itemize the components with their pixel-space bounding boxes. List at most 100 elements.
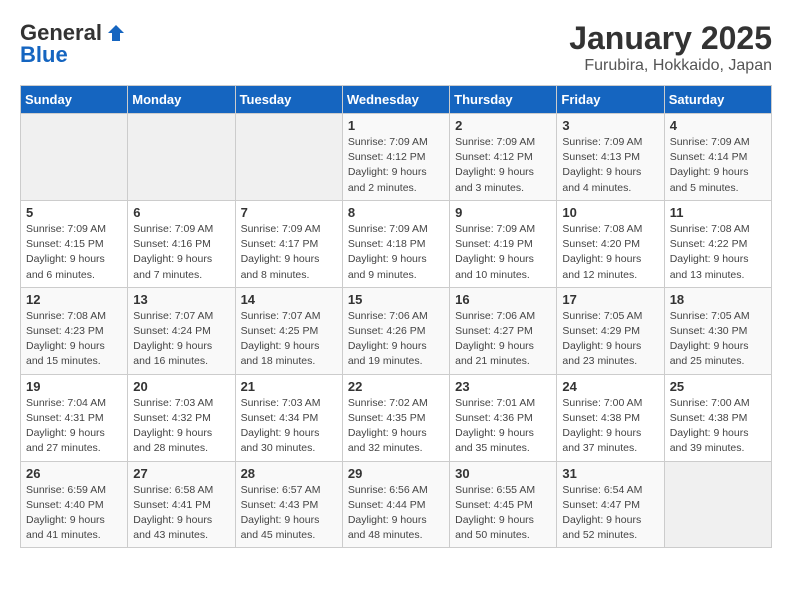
day-of-week-header: Sunday [21,86,128,114]
day-number: 31 [562,466,658,481]
day-number: 22 [348,379,444,394]
day-info: Sunrise: 6:59 AM Sunset: 4:40 PM Dayligh… [26,483,122,544]
day-info: Sunrise: 7:08 AM Sunset: 4:23 PM Dayligh… [26,309,122,370]
day-info: Sunrise: 7:07 AM Sunset: 4:24 PM Dayligh… [133,309,229,370]
calendar-week-row: 26 Sunrise: 6:59 AM Sunset: 4:40 PM Dayli… [21,461,772,548]
calendar-day-cell: 15 Sunrise: 7:06 AM Sunset: 4:26 PM Dayli… [342,287,449,374]
calendar-day-cell: 8Sunrise: 7:09 AM Sunset: 4:18 PM Daylig… [342,200,449,287]
day-info: Sunrise: 7:09 AM Sunset: 4:15 PM Dayligh… [26,222,122,283]
day-number: 23 [455,379,551,394]
calendar-day-cell: 21Sunrise: 7:03 AM Sunset: 4:34 PM Dayli… [235,374,342,461]
day-number: 26 [26,466,122,481]
day-info: Sunrise: 7:03 AM Sunset: 4:34 PM Dayligh… [241,396,337,457]
calendar-day-cell: 25 Sunrise: 7:00 AM Sunset: 4:38 PM Dayli… [664,374,771,461]
day-of-week-header: Wednesday [342,86,449,114]
day-info: Sunrise: 7:03 AM Sunset: 4:32 PM Dayligh… [133,396,229,457]
calendar-week-row: 5 Sunrise: 7:09 AM Sunset: 4:15 PM Daylig… [21,200,772,287]
calendar-day-cell: 26 Sunrise: 6:59 AM Sunset: 4:40 PM Dayli… [21,461,128,548]
day-number: 18 [670,292,766,307]
day-info: Sunrise: 7:09 AM Sunset: 4:12 PM Dayligh… [348,135,444,196]
day-number: 11 [670,205,766,220]
calendar-week-row: 1 Sunrise: 7:09 AM Sunset: 4:12 PM Daylig… [21,114,772,201]
page-header: General Blue January 2025 Furubira, Hokk… [20,20,772,75]
day-number: 28 [241,466,337,481]
day-info: Sunrise: 7:01 AM Sunset: 4:36 PM Dayligh… [455,396,551,457]
day-info: Sunrise: 7:09 AM Sunset: 4:12 PM Dayligh… [455,135,551,196]
day-number: 25 [670,379,766,394]
day-info: Sunrise: 7:00 AM Sunset: 4:38 PM Dayligh… [670,396,766,457]
calendar-day-cell: 12 Sunrise: 7:08 AM Sunset: 4:23 PM Dayli… [21,287,128,374]
day-of-week-header: Saturday [664,86,771,114]
calendar-day-cell: 27 Sunrise: 6:58 AM Sunset: 4:41 PM Dayli… [128,461,235,548]
calendar-day-cell: 9 Sunrise: 7:09 AM Sunset: 4:19 PM Daylig… [450,200,557,287]
calendar-day-cell: 4Sunrise: 7:09 AM Sunset: 4:14 PM Daylig… [664,114,771,201]
calendar-subtitle: Furubira, Hokkaido, Japan [569,57,772,75]
day-info: Sunrise: 7:06 AM Sunset: 4:26 PM Dayligh… [348,309,444,370]
day-info: Sunrise: 6:54 AM Sunset: 4:47 PM Dayligh… [562,483,658,544]
day-number: 4 [670,118,766,133]
day-number: 14 [241,292,337,307]
day-number: 5 [26,205,122,220]
calendar-header-row: SundayMondayTuesdayWednesdayThursdayFrid… [21,86,772,114]
day-info: Sunrise: 7:09 AM Sunset: 4:13 PM Dayligh… [562,135,658,196]
day-of-week-header: Thursday [450,86,557,114]
day-number: 2 [455,118,551,133]
day-info: Sunrise: 7:08 AM Sunset: 4:20 PM Dayligh… [562,222,658,283]
calendar-day-cell [235,114,342,201]
calendar-day-cell: 3 Sunrise: 7:09 AM Sunset: 4:13 PM Daylig… [557,114,664,201]
title-block: January 2025 Furubira, Hokkaido, Japan [569,20,772,75]
day-info: Sunrise: 7:04 AM Sunset: 4:31 PM Dayligh… [26,396,122,457]
day-number: 10 [562,205,658,220]
calendar-day-cell: 18Sunrise: 7:05 AM Sunset: 4:30 PM Dayli… [664,287,771,374]
day-number: 1 [348,118,444,133]
calendar-week-row: 19 Sunrise: 7:04 AM Sunset: 4:31 PM Dayli… [21,374,772,461]
calendar-day-cell [664,461,771,548]
calendar-day-cell: 7Sunrise: 7:09 AM Sunset: 4:17 PM Daylig… [235,200,342,287]
day-number: 8 [348,205,444,220]
calendar-day-cell: 20 Sunrise: 7:03 AM Sunset: 4:32 PM Dayli… [128,374,235,461]
calendar-day-cell: 16 Sunrise: 7:06 AM Sunset: 4:27 PM Dayli… [450,287,557,374]
day-number: 29 [348,466,444,481]
calendar-day-cell: 19 Sunrise: 7:04 AM Sunset: 4:31 PM Dayli… [21,374,128,461]
day-number: 20 [133,379,229,394]
logo: General Blue [20,20,126,68]
day-info: Sunrise: 7:09 AM Sunset: 4:19 PM Dayligh… [455,222,551,283]
calendar-day-cell: 17Sunrise: 7:05 AM Sunset: 4:29 PM Dayli… [557,287,664,374]
day-number: 16 [455,292,551,307]
calendar-day-cell: 14Sunrise: 7:07 AM Sunset: 4:25 PM Dayli… [235,287,342,374]
day-info: Sunrise: 7:00 AM Sunset: 4:38 PM Dayligh… [562,396,658,457]
calendar-day-cell: 2 Sunrise: 7:09 AM Sunset: 4:12 PM Daylig… [450,114,557,201]
calendar-day-cell: 28 Sunrise: 6:57 AM Sunset: 4:43 PM Dayli… [235,461,342,548]
calendar-day-cell: 10 Sunrise: 7:08 AM Sunset: 4:20 PM Dayli… [557,200,664,287]
day-number: 15 [348,292,444,307]
day-info: Sunrise: 7:08 AM Sunset: 4:22 PM Dayligh… [670,222,766,283]
day-info: Sunrise: 7:09 AM Sunset: 4:17 PM Dayligh… [241,222,337,283]
calendar-day-cell: 6 Sunrise: 7:09 AM Sunset: 4:16 PM Daylig… [128,200,235,287]
logo-blue: Blue [20,42,68,68]
day-number: 12 [26,292,122,307]
day-info: Sunrise: 6:58 AM Sunset: 4:41 PM Dayligh… [133,483,229,544]
day-info: Sunrise: 7:09 AM Sunset: 4:16 PM Dayligh… [133,222,229,283]
day-number: 6 [133,205,229,220]
calendar-day-cell: 30Sunrise: 6:55 AM Sunset: 4:45 PM Dayli… [450,461,557,548]
day-info: Sunrise: 7:02 AM Sunset: 4:35 PM Dayligh… [348,396,444,457]
day-number: 9 [455,205,551,220]
day-info: Sunrise: 6:57 AM Sunset: 4:43 PM Dayligh… [241,483,337,544]
calendar-day-cell [21,114,128,201]
day-number: 24 [562,379,658,394]
calendar-table: SundayMondayTuesdayWednesdayThursdayFrid… [20,85,772,548]
calendar-day-cell: 5 Sunrise: 7:09 AM Sunset: 4:15 PM Daylig… [21,200,128,287]
day-of-week-header: Tuesday [235,86,342,114]
day-number: 30 [455,466,551,481]
calendar-day-cell: 24 Sunrise: 7:00 AM Sunset: 4:38 PM Dayli… [557,374,664,461]
day-number: 3 [562,118,658,133]
day-number: 19 [26,379,122,394]
calendar-day-cell: 31 Sunrise: 6:54 AM Sunset: 4:47 PM Dayli… [557,461,664,548]
calendar-day-cell: 29Sunrise: 6:56 AM Sunset: 4:44 PM Dayli… [342,461,449,548]
day-of-week-header: Friday [557,86,664,114]
calendar-day-cell: 23 Sunrise: 7:01 AM Sunset: 4:36 PM Dayli… [450,374,557,461]
day-number: 27 [133,466,229,481]
day-number: 13 [133,292,229,307]
day-info: Sunrise: 7:06 AM Sunset: 4:27 PM Dayligh… [455,309,551,370]
calendar-day-cell [128,114,235,201]
